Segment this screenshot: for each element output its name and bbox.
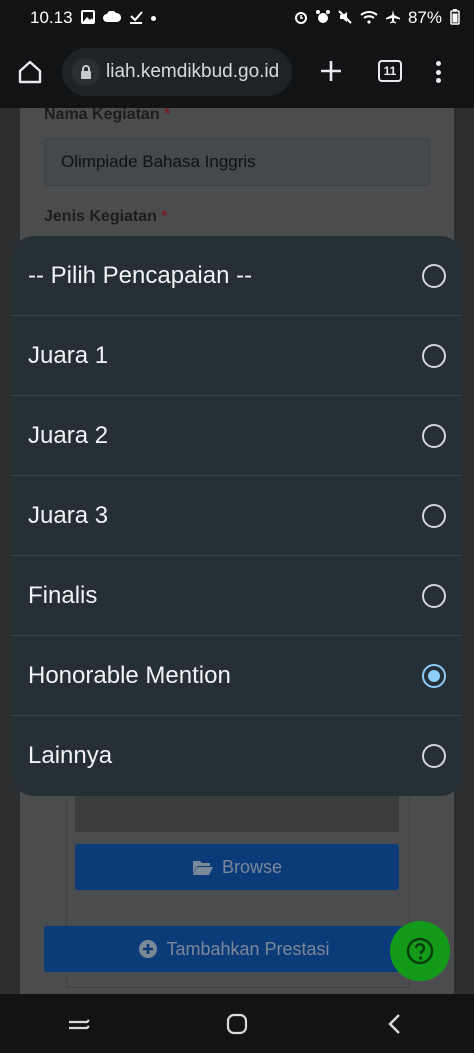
option-honorable-mention[interactable]: Honorable Mention — [12, 636, 462, 716]
nama-kegiatan-label: Nama Kegiatan * — [44, 108, 170, 124]
option-label: Juara 2 — [28, 421, 109, 449]
tambah-prestasi-button[interactable]: Tambahkan Prestasi — [44, 926, 424, 972]
lock-icon[interactable] — [72, 58, 100, 86]
alarm-icon — [294, 10, 308, 26]
mute-icon — [338, 10, 352, 26]
recents-icon — [69, 1018, 90, 1029]
status-left: 10.13 — [30, 8, 156, 28]
airplane-icon — [385, 10, 400, 26]
option-label: -- Pilih Pencapaian -- — [28, 261, 253, 289]
browse-button[interactable]: Browse — [75, 844, 399, 890]
required-mark: * — [164, 108, 171, 123]
option-label: Juara 1 — [28, 341, 109, 369]
home-button[interactable] — [16, 58, 44, 86]
back-button[interactable] — [375, 1004, 415, 1044]
radio-unchecked-icon[interactable] — [422, 584, 446, 608]
battery-icon — [450, 9, 460, 27]
more-menu-button[interactable] — [432, 58, 444, 86]
recents-button[interactable] — [59, 1004, 99, 1044]
option-label: Finalis — [28, 581, 98, 609]
plus-circle-icon — [139, 940, 158, 958]
jenis-kegiatan-label: Jenis Kegiatan * — [44, 208, 168, 226]
radio-unchecked-icon[interactable] — [422, 504, 446, 528]
home-square-icon — [226, 1013, 248, 1034]
battery-percent: 87% — [407, 8, 442, 27]
option-lainnya[interactable]: Lainnya — [12, 716, 462, 796]
option-finalis[interactable]: Finalis — [12, 556, 462, 636]
plus-icon — [321, 61, 341, 81]
menu-dot-icon — [435, 69, 441, 75]
download-done-icon — [129, 10, 143, 26]
wifi-icon — [360, 10, 378, 26]
option-label: Lainnya — [28, 742, 113, 769]
status-right: 87% — [294, 8, 460, 28]
alarm-clock-icon — [315, 10, 330, 26]
new-tab-button[interactable] — [318, 58, 344, 84]
file-preview-area — [75, 794, 399, 832]
option-juara-3[interactable]: Juara 3 — [12, 476, 462, 556]
option-juara-2[interactable]: Juara 2 — [12, 396, 462, 476]
radio-unchecked-icon[interactable] — [422, 344, 446, 368]
option-pilih-pencapaian[interactable]: -- Pilih Pencapaian -- — [12, 236, 462, 316]
url-text[interactable]: liah.kemdikbud.go.id — [106, 61, 279, 83]
home-nav-button[interactable] — [217, 1004, 257, 1044]
required-mark: * — [161, 208, 168, 225]
option-juara-1[interactable]: Juara 1 — [12, 316, 462, 396]
jenis-kegiatan-label-text: Jenis Kegiatan — [44, 208, 157, 225]
status-time: 10.13 — [30, 8, 73, 27]
browse-label: Browse — [221, 856, 283, 877]
question-circle-icon — [406, 937, 434, 965]
navigation-bar — [0, 994, 474, 1053]
cloud-icon — [102, 10, 121, 25]
option-label: Juara 3 — [28, 501, 109, 529]
radio-unchecked-icon[interactable] — [422, 424, 446, 448]
pencapaian-select-dialog: -- Pilih Pencapaian -- Juara 1 Juara 2 J… — [12, 236, 462, 796]
radio-checked-icon[interactable] — [422, 664, 446, 688]
folder-open-icon — [192, 861, 213, 875]
option-label: Honorable Mention — [28, 661, 231, 689]
menu-dot-icon — [435, 78, 441, 83]
image-icon — [80, 10, 95, 26]
back-chevron-icon — [388, 1013, 400, 1034]
menu-dot-icon — [435, 61, 441, 66]
nama-kegiatan-label-text: Nama Kegiatan — [44, 108, 160, 123]
nama-kegiatan-input[interactable]: Olimpiade Bahasa Inggris — [44, 138, 430, 186]
notification-dot-icon — [150, 15, 156, 21]
address-bar[interactable]: liah.kemdikbud.go.id — [62, 48, 292, 96]
status-bar: 10.13 87% — [0, 0, 474, 36]
help-button[interactable] — [390, 921, 450, 981]
radio-unchecked-icon[interactable] — [422, 264, 446, 288]
home-icon — [18, 60, 42, 84]
tab-switcher-button[interactable]: 11 — [378, 60, 402, 82]
tambah-prestasi-label: Tambahkan Prestasi — [166, 938, 330, 959]
browser-toolbar: liah.kemdikbud.go.id 11 — [0, 36, 474, 108]
radio-unchecked-icon[interactable] — [422, 744, 446, 768]
